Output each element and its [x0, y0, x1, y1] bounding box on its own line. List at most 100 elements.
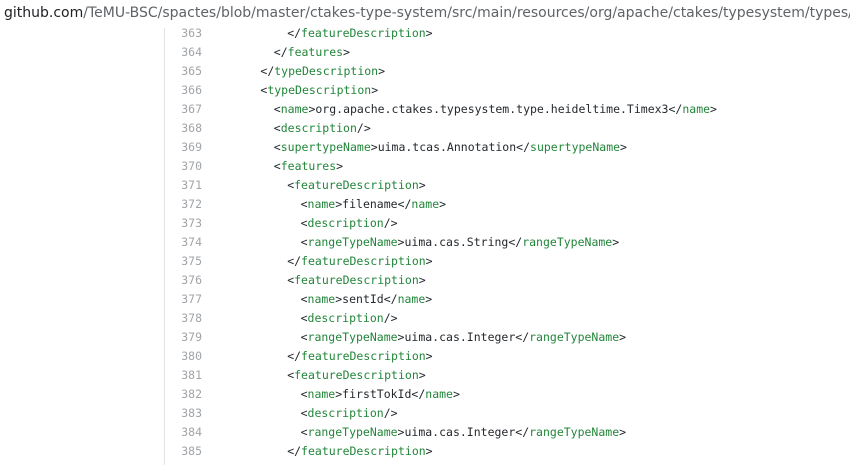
- code-line: 368 <description/>: [165, 119, 850, 138]
- xml-tag-name: typeDescription: [267, 83, 372, 97]
- xml-punctuation: >: [620, 140, 627, 154]
- line-code: <rangeTypeName>uima.cas.Integer</rangeTy…: [202, 328, 626, 347]
- line-number[interactable]: 382: [165, 385, 202, 404]
- code-view: 363 </featureDescription> 364 </features> 36…: [165, 0, 850, 465]
- xml-text: uima.cas.String: [404, 235, 509, 249]
- xml-punctuation: <: [273, 140, 281, 154]
- line-number[interactable]: 384: [165, 423, 202, 442]
- xml-text: sentId: [342, 292, 384, 306]
- line-number[interactable]: 379: [165, 328, 202, 347]
- xml-punctuation: <: [300, 216, 308, 230]
- xml-punctuation: >: [418, 178, 426, 192]
- line-number[interactable]: 375: [165, 252, 202, 271]
- line-number[interactable]: 368: [165, 119, 202, 138]
- xml-text: uima.cas.Integer: [404, 425, 516, 439]
- code-line: 365 </typeDescription>: [165, 62, 850, 81]
- line-number[interactable]: 365: [165, 62, 202, 81]
- address-bar[interactable]: github.com/TeMU-BSC/spactes/blob/master/…: [0, 0, 850, 28]
- line-number[interactable]: 383: [165, 404, 202, 423]
- xml-punctuation: </: [516, 140, 531, 154]
- xml-punctuation: </: [287, 26, 302, 40]
- xml-tag-name: featureDescription: [301, 254, 426, 268]
- line-code: </featureDescription>: [202, 442, 433, 461]
- line-number[interactable]: 376: [165, 271, 202, 290]
- xml-tag-name: featureDescription: [301, 444, 426, 458]
- line-code: <rangeTypeName>uima.cas.String</rangeTyp…: [202, 233, 620, 252]
- line-number[interactable]: 367: [165, 100, 202, 119]
- xml-tag-name: name: [682, 102, 711, 116]
- xml-text: firstTokId: [342, 387, 412, 401]
- line-code: <features>: [202, 157, 343, 176]
- xml-text: filename: [342, 197, 398, 211]
- xml-punctuation: >: [371, 83, 379, 97]
- line-code: <description/>: [202, 309, 398, 328]
- xml-punctuation: />: [383, 406, 398, 420]
- xml-tag-name: rangeTypeName: [307, 425, 398, 439]
- xml-tag-name: featureDescription: [294, 273, 419, 287]
- xml-punctuation: >: [619, 330, 627, 344]
- xml-punctuation: <: [300, 292, 308, 306]
- code-line: 377 <name>sentId</name>: [165, 290, 850, 309]
- xml-punctuation: >: [336, 159, 344, 173]
- xml-tag-name: featureDescription: [294, 178, 419, 192]
- xml-tag-name: description: [307, 311, 384, 325]
- line-code: <name>org.apache.ctakes.typesystem.type.…: [202, 100, 717, 119]
- line-number[interactable]: 385: [165, 442, 202, 461]
- code-line: 383 <description/>: [165, 404, 850, 423]
- xml-tag-name: featureDescription: [301, 26, 426, 40]
- xml-tag-name: features: [280, 159, 337, 173]
- xml-punctuation: >: [343, 45, 350, 59]
- line-number[interactable]: 377: [165, 290, 202, 309]
- xml-punctuation: <: [300, 311, 308, 325]
- code-line: 382 <name>firstTokId</name>: [165, 385, 850, 404]
- line-number[interactable]: 366: [165, 81, 202, 100]
- code-line: 380 </featureDescription>: [165, 347, 850, 366]
- xml-tag-name: name: [307, 197, 336, 211]
- xml-punctuation: <: [300, 197, 308, 211]
- xml-punctuation: >: [710, 102, 717, 116]
- xml-punctuation: />: [383, 216, 398, 230]
- line-number[interactable]: 369: [165, 138, 202, 157]
- xml-punctuation: >: [452, 387, 460, 401]
- line-code: </features>: [202, 43, 350, 62]
- xml-tag-name: typeDescription: [274, 64, 379, 78]
- xml-punctuation: >: [425, 444, 433, 458]
- xml-punctuation: >: [425, 26, 433, 40]
- xml-punctuation: <: [273, 159, 281, 173]
- line-number[interactable]: 381: [165, 366, 202, 385]
- line-code: <featureDescription>: [202, 176, 426, 195]
- xml-punctuation: <: [300, 406, 308, 420]
- line-number[interactable]: 371: [165, 176, 202, 195]
- line-number[interactable]: 374: [165, 233, 202, 252]
- xml-text: uima.cas.Integer: [404, 330, 516, 344]
- xml-tag-name: name: [397, 292, 426, 306]
- line-code: </featureDescription>: [202, 252, 432, 271]
- xml-punctuation: </: [383, 292, 398, 306]
- xml-text: uima.tcas.Annotation: [377, 140, 517, 154]
- line-code: <description/>: [202, 404, 398, 423]
- url-domain: github.com: [4, 5, 84, 21]
- xml-punctuation: </: [287, 444, 302, 458]
- code-line: 378 <description/>: [165, 309, 850, 328]
- line-number[interactable]: 373: [165, 214, 202, 233]
- line-number[interactable]: 380: [165, 347, 202, 366]
- xml-punctuation: </: [515, 330, 530, 344]
- xml-punctuation: </: [515, 425, 530, 439]
- line-number[interactable]: 370: [165, 157, 202, 176]
- xml-punctuation: <: [300, 330, 308, 344]
- url-path: /TeMU-BSC/spactes/blob/master/ctakes-typ…: [83, 5, 850, 21]
- line-number[interactable]: 364: [165, 43, 202, 62]
- line-code: <name>sentId</name>: [202, 290, 433, 309]
- line-code: <rangeTypeName>uima.cas.Integer</rangeTy…: [202, 423, 626, 442]
- xml-tag-name: name: [411, 197, 440, 211]
- line-number[interactable]: 378: [165, 309, 202, 328]
- line-code: <name>filename</name>: [202, 195, 446, 214]
- xml-punctuation: >: [619, 425, 627, 439]
- xml-punctuation: />: [356, 121, 371, 135]
- xml-punctuation: />: [383, 311, 398, 325]
- code-line: 376 <featureDescription>: [165, 271, 850, 290]
- code-line: 366 <typeDescription>: [165, 81, 850, 100]
- code-line: 384 <rangeTypeName>uima.cas.Integer</rang…: [165, 423, 850, 442]
- line-number[interactable]: 372: [165, 195, 202, 214]
- xml-tag-name: rangeTypeName: [529, 330, 620, 344]
